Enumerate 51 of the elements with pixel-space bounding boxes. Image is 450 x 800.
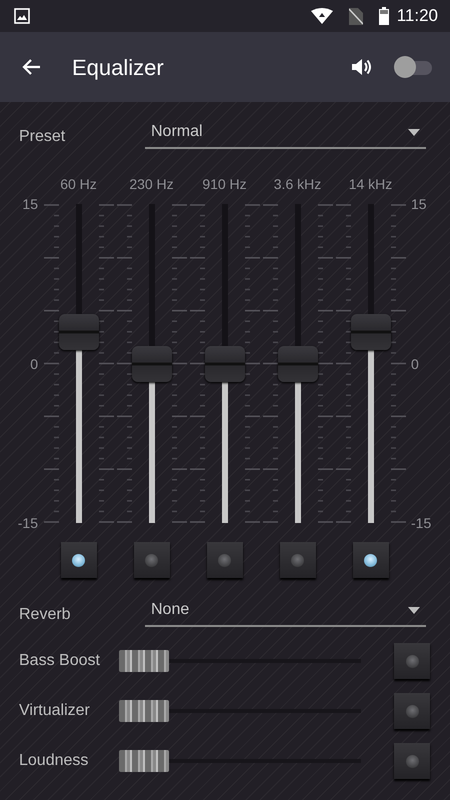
slider-thumb[interactable] [119, 750, 169, 772]
band-slider[interactable] [58, 204, 98, 523]
no-sim-icon [348, 8, 363, 24]
effect-toggle-button[interactable] [394, 743, 430, 779]
battery-icon [378, 7, 389, 25]
scale-label: -15 [411, 514, 432, 533]
caret-icon [408, 606, 420, 614]
clock-time: 11:20 [396, 5, 438, 28]
field-label: Preset [19, 127, 66, 147]
power-switch[interactable] [394, 56, 434, 78]
effect-toggle-button[interactable] [394, 643, 430, 679]
dropdown[interactable]: Normal [145, 120, 426, 149]
slider-thumb[interactable] [58, 314, 98, 350]
frequency-label: 230 Hz [129, 175, 174, 194]
effect-slider[interactable] [119, 650, 361, 672]
effect-toggle-button[interactable] [394, 693, 430, 729]
slider-thumb[interactable] [132, 346, 172, 382]
scale-label: -15 [18, 514, 38, 533]
frequency-label: 60 Hz [60, 175, 97, 194]
slider-thumb[interactable] [119, 700, 169, 722]
band-toggle-button[interactable] [134, 542, 170, 578]
image-icon [14, 8, 30, 24]
dropdown[interactable]: None [145, 598, 426, 627]
screen-title: Equalizer [72, 54, 165, 82]
slider-thumb[interactable] [119, 650, 169, 672]
band-toggle-button[interactable] [60, 542, 96, 578]
caret-icon [408, 128, 420, 136]
slider-thumb[interactable] [350, 314, 390, 350]
band-toggle-button[interactable] [280, 542, 316, 578]
effect-label: Bass Boost [19, 651, 101, 671]
effect-slider[interactable] [119, 750, 361, 772]
field-label: Reverb [19, 605, 72, 625]
band-toggle-button[interactable] [206, 542, 242, 578]
frequency-label: 14 kHz [348, 175, 392, 194]
scale-label: 15 [22, 195, 38, 214]
wifi-icon [310, 8, 333, 24]
effect-label: Virtualizer [19, 701, 91, 721]
frequency-label: 910 Hz [202, 175, 247, 194]
band-slider[interactable] [204, 204, 244, 523]
band-slider[interactable] [278, 204, 318, 523]
effect-label: Loudness [19, 751, 90, 771]
slider-thumb[interactable] [278, 346, 318, 382]
band-slider[interactable] [132, 204, 172, 523]
slider-thumb[interactable] [204, 346, 244, 382]
effect-slider[interactable] [119, 700, 361, 722]
scale-label: 15 [411, 195, 427, 214]
scale-label: 0 [30, 354, 38, 374]
scale-label: 0 [411, 354, 419, 374]
band-slider[interactable] [350, 204, 390, 523]
band-toggle-button[interactable] [352, 542, 388, 578]
frequency-label: 3.6 kHz [274, 175, 322, 194]
